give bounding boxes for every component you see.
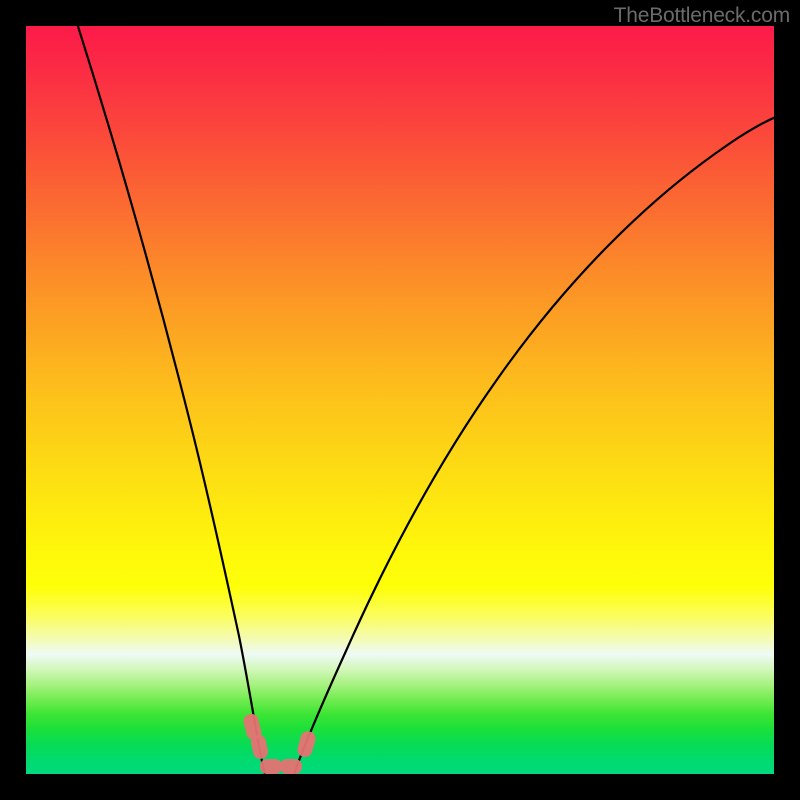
right-blob (296, 730, 318, 759)
bottom-blob-right (280, 759, 302, 774)
left-curve (76, 26, 265, 774)
chart-frame: TheBottleneck.com (0, 0, 800, 800)
marker-cluster (242, 712, 317, 774)
watermark-text: TheBottleneck.com (614, 4, 790, 28)
right-curve (294, 116, 774, 774)
curves-layer (26, 26, 774, 774)
bottom-blob-left (260, 759, 282, 774)
plot-area (26, 26, 774, 774)
